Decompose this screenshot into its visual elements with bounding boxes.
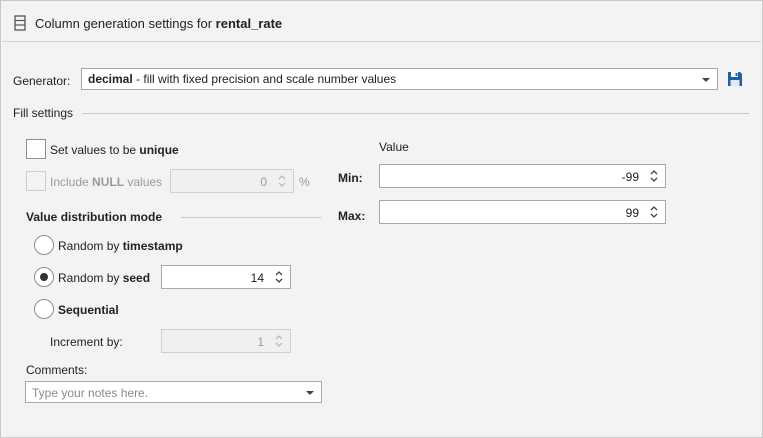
spin-updown-icon[interactable] xyxy=(272,267,286,287)
min-input[interactable]: -99 xyxy=(379,164,666,188)
comments-placeholder: Type your notes here. xyxy=(32,386,149,400)
null-percent-value: 0 xyxy=(260,175,267,189)
max-value: 99 xyxy=(625,206,639,220)
comments-input[interactable]: Type your notes here. xyxy=(25,381,322,403)
column-icon xyxy=(13,15,27,31)
comments-label: Comments: xyxy=(26,363,88,377)
increment-value: 1 xyxy=(257,335,264,349)
settings-panel: Column generation settings for rental_ra… xyxy=(0,0,763,438)
include-null-suffix: values xyxy=(124,175,163,189)
min-value: -99 xyxy=(621,170,639,184)
column-name: rental_rate xyxy=(215,16,283,31)
random-seed-label: Random by seed xyxy=(58,271,150,285)
include-null-bold: NULL xyxy=(92,175,125,189)
random-timestamp-label: Random by timestamp xyxy=(58,239,183,253)
panel-title: Column generation settings for rental_ra… xyxy=(35,16,282,31)
random-seed-prefix: Random by xyxy=(58,271,123,285)
spin-updown-icon[interactable] xyxy=(275,171,289,191)
save-icon[interactable] xyxy=(726,70,744,88)
increment-label: Increment by: xyxy=(50,335,123,349)
random-seed-bold: seed xyxy=(122,271,151,285)
distribution-divider xyxy=(181,217,321,218)
radio-random-timestamp[interactable] xyxy=(34,235,54,255)
fill-settings-divider xyxy=(82,113,749,114)
distribution-title: Value distribution mode xyxy=(26,210,163,224)
random-timestamp-prefix: Random by xyxy=(58,239,123,253)
sequential-label: Sequential xyxy=(58,303,119,317)
value-title: Value xyxy=(379,140,409,154)
percent-unit: % xyxy=(299,175,310,189)
max-input[interactable]: 99 xyxy=(379,200,666,224)
random-timestamp-bold: timestamp xyxy=(122,239,183,253)
panel-header: Column generation settings for rental_ra… xyxy=(2,2,761,42)
generator-name: decimal xyxy=(88,72,133,86)
chevron-down-icon[interactable] xyxy=(303,384,317,400)
null-percent-input[interactable]: 0 xyxy=(170,169,294,193)
include-null-checkbox[interactable] xyxy=(26,171,46,191)
include-null-prefix: Include xyxy=(50,175,93,189)
spin-updown-icon[interactable] xyxy=(647,202,661,222)
seed-input[interactable]: 14 xyxy=(161,265,291,289)
spin-updown-icon[interactable] xyxy=(647,166,661,186)
radio-sequential[interactable] xyxy=(34,299,54,319)
radio-random-seed[interactable] xyxy=(34,267,54,287)
min-label: Min: xyxy=(338,171,363,185)
panel-title-prefix: Column generation settings for xyxy=(35,16,216,31)
unique-checkbox[interactable] xyxy=(26,139,46,159)
chevron-down-icon[interactable] xyxy=(699,71,713,87)
unique-label-prefix: Set values to be xyxy=(50,143,140,157)
generator-select[interactable]: decimal - fill with fixed precision and … xyxy=(81,68,718,90)
spin-updown-icon[interactable] xyxy=(272,331,286,351)
include-null-label: Include NULL values xyxy=(50,175,162,189)
generator-selected: decimal - fill with fixed precision and … xyxy=(88,72,396,86)
seed-value: 14 xyxy=(250,271,264,285)
fill-settings-title: Fill settings xyxy=(13,106,74,120)
unique-label: Set values to be unique xyxy=(50,143,179,157)
max-label: Max: xyxy=(338,209,366,223)
generator-label: Generator: xyxy=(13,74,71,88)
increment-input[interactable]: 1 xyxy=(161,329,291,353)
generator-description: - fill with fixed precision and scale nu… xyxy=(132,72,397,86)
unique-label-bold: unique xyxy=(139,143,179,157)
